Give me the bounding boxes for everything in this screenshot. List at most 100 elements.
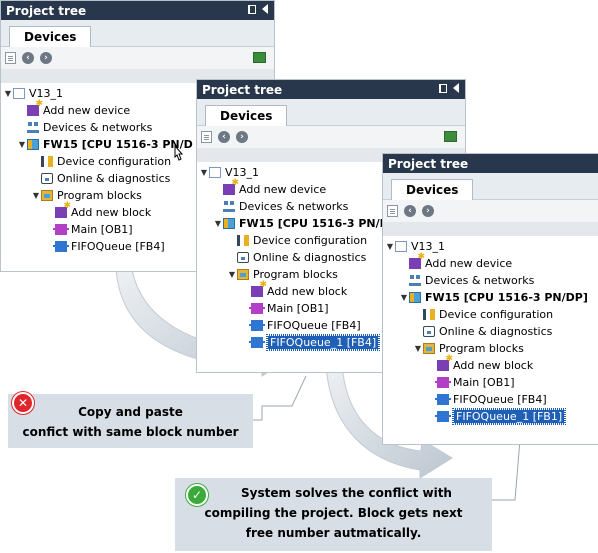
tree-item[interactable]: Main [OB1] xyxy=(383,374,598,391)
ob-block-icon xyxy=(249,303,265,314)
fb-block-icon xyxy=(435,394,451,405)
tree-item-label: Add new device xyxy=(425,257,513,270)
tab-devices[interactable]: Devices xyxy=(205,105,288,126)
fb-block-icon xyxy=(249,337,265,348)
forward-icon[interactable]: › xyxy=(422,205,434,217)
collapse-icon[interactable] xyxy=(262,4,268,14)
diagnostics-icon xyxy=(41,173,53,184)
add-block-icon xyxy=(251,280,267,297)
show-overview-icon[interactable] xyxy=(253,52,266,63)
folder-icon xyxy=(423,343,435,354)
tree-item[interactable]: Add new block xyxy=(383,354,598,374)
error-icon: ✕ xyxy=(12,392,34,414)
folder-icon xyxy=(41,190,53,201)
expander-icon[interactable]: ▼ xyxy=(227,270,237,279)
tree-item-label: Main [OB1] xyxy=(267,302,329,315)
device-config-icon xyxy=(237,235,249,246)
diagnostics-icon xyxy=(423,326,435,337)
expander-icon[interactable]: ▼ xyxy=(199,168,209,177)
check-icon: ✓ xyxy=(186,484,208,506)
forward-icon[interactable]: › xyxy=(236,131,248,143)
expander-icon[interactable]: ▼ xyxy=(399,293,409,302)
mouse-pointer-icon xyxy=(174,145,184,161)
callout-text: compiling the project. Block gets next xyxy=(204,506,463,520)
ob-block-icon xyxy=(435,377,451,388)
fb-block-icon xyxy=(435,411,451,422)
tree-item-label: FIFOQueue_1 [FB4] xyxy=(265,334,381,351)
tree-toolbar: ‹ › xyxy=(1,47,274,69)
tree-item[interactable]: Add new device xyxy=(383,252,598,272)
network-icon xyxy=(223,201,235,212)
tab-devices[interactable]: Devices xyxy=(9,26,92,47)
tree-item-label: Add new block xyxy=(71,206,152,219)
expander-icon[interactable]: ▼ xyxy=(213,219,223,228)
back-icon[interactable]: ‹ xyxy=(218,131,230,143)
expander-icon[interactable]: ▼ xyxy=(17,140,27,149)
tree-item-label: FW15 [CPU 1516-3 PN/DP] xyxy=(425,291,588,304)
forward-icon[interactable]: › xyxy=(40,52,52,64)
panel-title-bar: Project tree xyxy=(197,80,465,99)
tab-devices[interactable]: Devices xyxy=(391,179,474,200)
tree-item[interactable]: ▼ V13_1 xyxy=(383,238,598,255)
tree-item[interactable]: ▼ Program blocks xyxy=(383,340,598,357)
back-icon[interactable]: ‹ xyxy=(404,205,416,217)
cpu-icon xyxy=(223,218,235,229)
tree-item-label: Main [OB1] xyxy=(71,223,133,236)
device-config-icon xyxy=(423,309,435,320)
tree-item-label: Main [OB1] xyxy=(453,376,515,389)
tree-item[interactable]: Online & diagnostics xyxy=(383,323,598,340)
fb-block-icon xyxy=(53,241,69,252)
back-icon[interactable]: ‹ xyxy=(22,52,34,64)
tree-item-label: FIFOQueue [FB4] xyxy=(71,240,165,253)
tree-item[interactable]: FIFOQueue [FB4] xyxy=(383,391,598,408)
callout-leader-solution xyxy=(492,439,521,501)
tree-item-label: Devices & networks xyxy=(239,200,349,213)
new-item-icon[interactable] xyxy=(201,131,212,143)
tree-item-label: Add new block xyxy=(267,285,348,298)
tree-item[interactable]: ▼ FW15 [CPU 1516-3 PN/DP] xyxy=(383,289,598,306)
expander-icon[interactable]: ▼ xyxy=(3,89,13,98)
network-icon xyxy=(409,275,421,286)
tree-item-label: Online & diagnostics xyxy=(439,325,553,338)
callout-text: Copy and paste xyxy=(78,405,183,419)
collapse-icon[interactable] xyxy=(453,83,459,93)
tree-item-label: Devices & networks xyxy=(425,274,535,287)
tree-item-label: Devices & networks xyxy=(43,121,153,134)
pin-icon[interactable] xyxy=(248,4,256,14)
new-item-icon[interactable] xyxy=(5,52,16,64)
tree-item-label: FW15 [CPU 1516-3 PN/D xyxy=(43,138,193,151)
expander-icon[interactable]: ▼ xyxy=(413,344,423,353)
new-item-icon[interactable] xyxy=(387,205,398,217)
add-device-icon xyxy=(27,99,43,116)
callout-text: System solves the conflict with xyxy=(241,486,452,500)
tree-item[interactable]: Device configuration xyxy=(383,306,598,323)
tree-item-label: Add new device xyxy=(43,104,131,117)
tree-toolbar: ‹ › xyxy=(197,126,465,148)
expander-icon[interactable]: ▼ xyxy=(31,191,41,200)
expander-icon[interactable]: ▼ xyxy=(385,242,395,251)
tree-item-label: Device configuration xyxy=(253,234,368,247)
cpu-icon xyxy=(409,292,421,303)
tree-item-label: Online & diagnostics xyxy=(57,172,171,185)
project-icon xyxy=(395,241,407,252)
diagnostics-icon xyxy=(237,252,249,263)
project-icon xyxy=(13,88,25,99)
tree-item[interactable]: Devices & networks xyxy=(383,272,598,289)
tree-item-label: Add new block xyxy=(453,359,534,372)
panel-title: Project tree xyxy=(388,156,469,171)
fb-block-icon xyxy=(249,320,265,331)
add-device-icon xyxy=(409,252,425,269)
tree-item[interactable]: FIFOQueue_1 [FB1] xyxy=(383,408,598,425)
folder-icon xyxy=(237,269,249,280)
callout-leader-conflict xyxy=(253,375,307,421)
network-icon xyxy=(27,122,39,133)
panel-title-bar: Project tree xyxy=(383,154,598,173)
show-overview-icon[interactable] xyxy=(444,131,457,142)
tree-item-label: FIFOQueue_1 [FB1] xyxy=(451,408,567,425)
tree: ▼ V13_1 Add new device Devices & networks ▼ F… xyxy=(383,236,598,425)
panel-title: Project tree xyxy=(6,3,87,18)
tree-item-label: FIFOQueue [FB4] xyxy=(453,393,547,406)
tree-item-label: V13_1 xyxy=(29,87,64,100)
pin-icon[interactable] xyxy=(439,83,447,93)
tree-item-label: FW15 [CPU 1516-3 PN/DP] xyxy=(239,217,402,230)
